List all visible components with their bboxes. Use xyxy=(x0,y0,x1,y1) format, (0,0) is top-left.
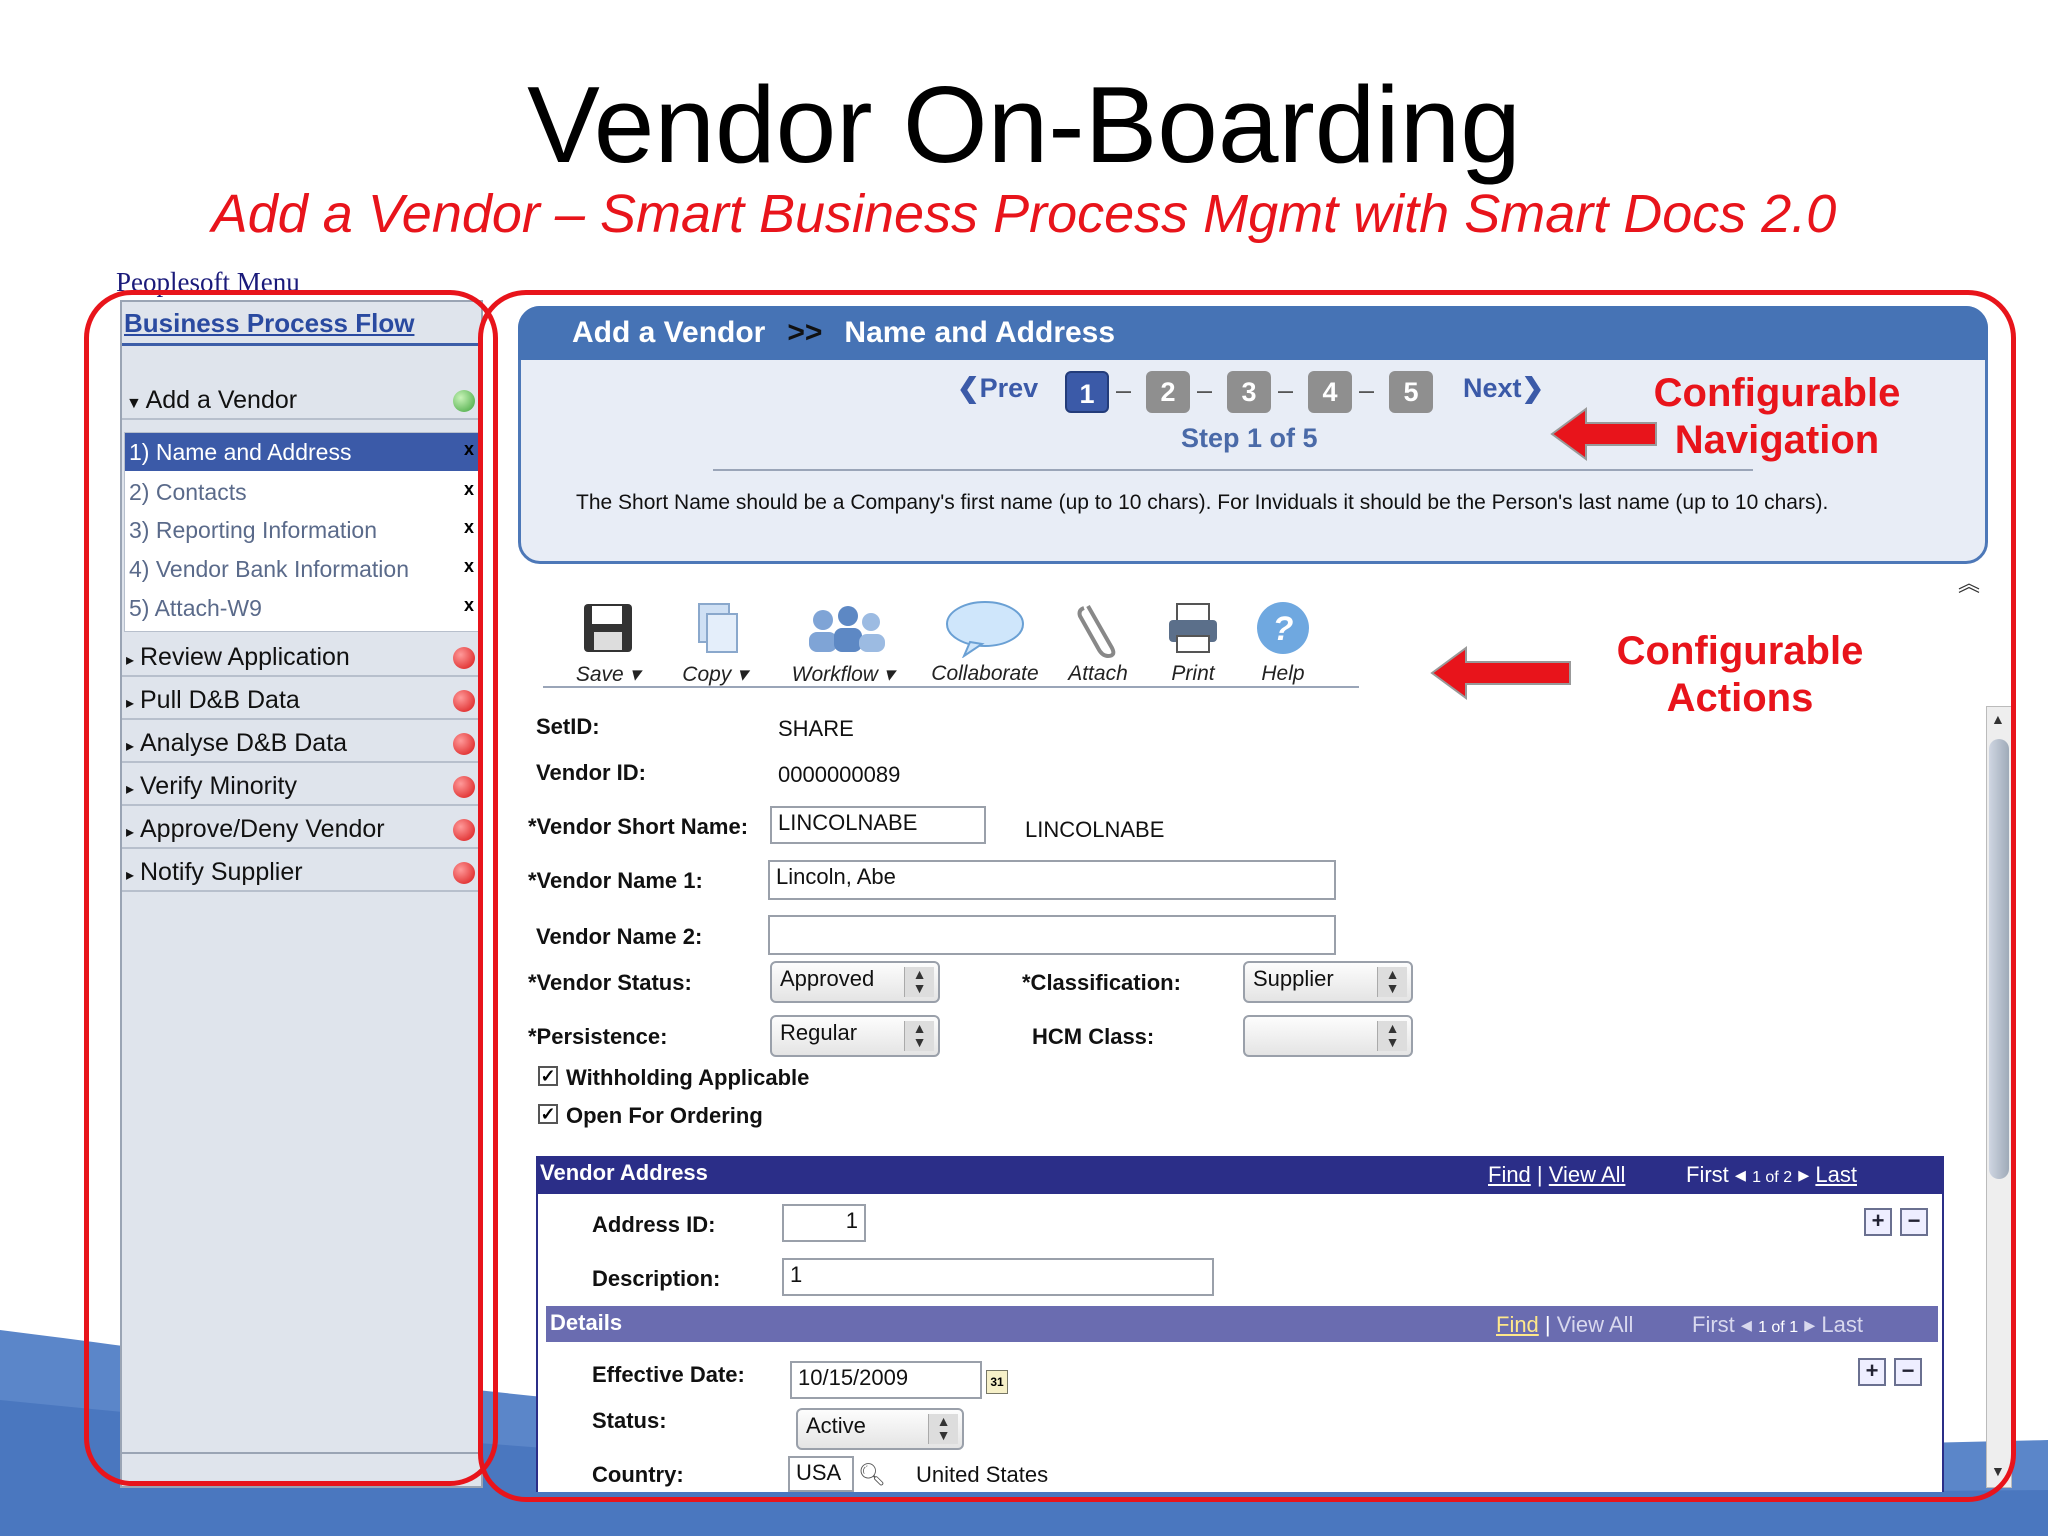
slide-title: Vendor On-Boarding xyxy=(527,64,1521,186)
highlight-frame-main xyxy=(478,290,2016,1502)
highlight-frame-left xyxy=(84,290,498,1486)
callout-navigation: Configurable Navigation xyxy=(1632,370,1922,464)
slide: Vendor On-Boarding Add a Vendor – Smart … xyxy=(0,0,2048,1536)
callout-line: Configurable xyxy=(1616,629,1864,673)
callout-actions: Configurable Actions xyxy=(1590,628,1890,722)
left-arrow-icon xyxy=(1550,407,1657,461)
callout-line: Navigation xyxy=(1674,418,1880,462)
callout-line: Configurable xyxy=(1653,371,1901,415)
left-arrow-icon xyxy=(1430,646,1571,700)
slide-subtitle: Add a Vendor – Smart Business Process Mg… xyxy=(211,184,1837,244)
callout-line: Actions xyxy=(1666,676,1814,720)
